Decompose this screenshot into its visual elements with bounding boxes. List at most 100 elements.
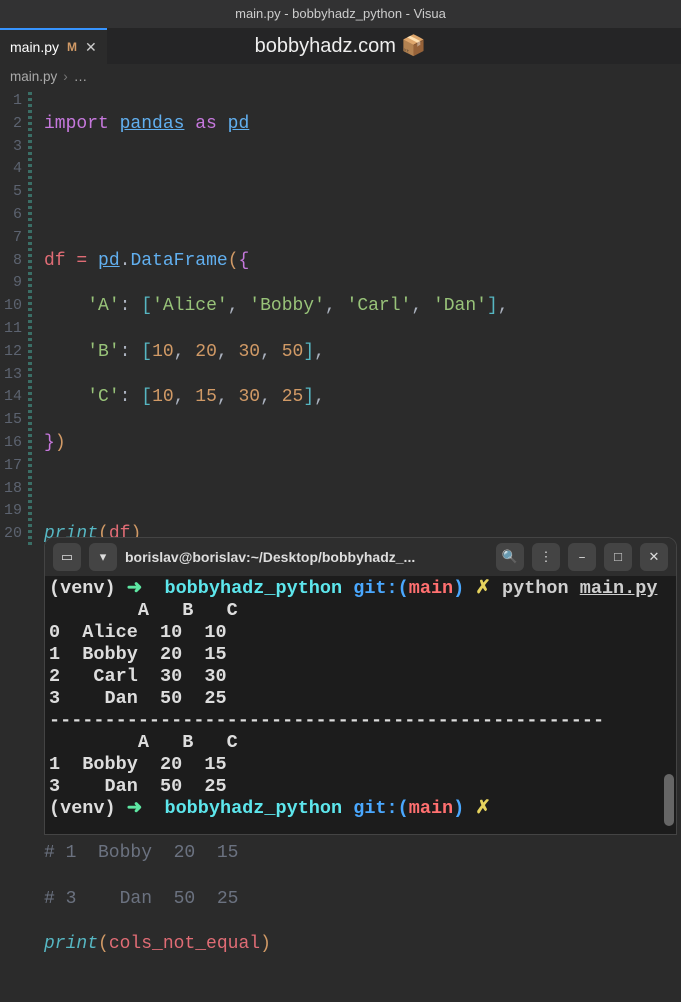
- line-number: 10: [0, 295, 28, 318]
- line-number: 1: [0, 90, 28, 113]
- module-pandas: pandas: [120, 114, 185, 134]
- out-header: A B C: [49, 732, 238, 753]
- terminal-dropdown-icon[interactable]: ▾: [89, 543, 117, 571]
- breadcrumb-sep-icon: ›: [63, 69, 68, 84]
- bracket-open: [: [141, 342, 152, 362]
- colon: :: [120, 387, 131, 407]
- key-a: 'A': [87, 296, 119, 316]
- terminal-title: borislav@borislav:~/Desktop/bobbyhadz_..…: [125, 549, 488, 565]
- keyword-import: import: [44, 114, 109, 134]
- num: 50: [282, 342, 304, 362]
- bracket-open: [: [141, 296, 152, 316]
- tab-main-py[interactable]: main.py M ✕: [0, 28, 107, 64]
- colon: :: [120, 296, 131, 316]
- line-number: 3: [0, 136, 28, 159]
- line-number: 4: [0, 158, 28, 181]
- key-c: 'C': [87, 387, 119, 407]
- line-number: 17: [0, 455, 28, 478]
- bracket-close: ]: [487, 296, 498, 316]
- str: 'Bobby': [249, 296, 325, 316]
- comment: # 3 Dan 50 25: [44, 889, 238, 909]
- alias-pd: pd: [228, 114, 250, 134]
- line-number: 5: [0, 181, 28, 204]
- tab-close-icon[interactable]: ✕: [85, 39, 97, 56]
- breadcrumb-file: main.py: [10, 69, 57, 84]
- line-number: 9: [0, 272, 28, 295]
- code-editor[interactable]: 1 2 3 4 5 6 7 8 9 10 11 12 13 14 15 16 1…: [0, 88, 681, 835]
- line-gutter: 1 2 3 4 5 6 7 8 9 10 11 12 13 14 15 16 1…: [0, 88, 28, 835]
- line-number: 19: [0, 500, 28, 523]
- terminal-close-icon[interactable]: ✕: [640, 543, 668, 571]
- arg-cols: cols_not_equal: [109, 934, 260, 954]
- prompt-dir: bobbyhadz_python: [164, 798, 342, 819]
- git-close: ): [453, 578, 464, 599]
- bracket-close: ]: [303, 387, 314, 407]
- line-number: 2: [0, 113, 28, 136]
- prompt-arrow-icon: ➜: [127, 578, 143, 599]
- num: 30: [239, 387, 261, 407]
- out-header: A B C: [49, 600, 238, 621]
- tab-modified-badge: M: [67, 40, 77, 54]
- comma: ,: [498, 296, 509, 316]
- terminal-new-tab-icon[interactable]: ▭: [53, 543, 81, 571]
- bracket-close: ]: [303, 342, 314, 362]
- prompt-dir: bobbyhadz_python: [164, 578, 342, 599]
- line-number: 14: [0, 386, 28, 409]
- num: 20: [195, 342, 217, 362]
- out-row: 2 Carl 30 30: [49, 666, 227, 687]
- terminal-output[interactable]: (venv) ➜ bobbyhadz_python git:(main) ✗ p…: [45, 576, 676, 822]
- paren-open: (: [228, 251, 239, 271]
- git-branch: main: [409, 578, 453, 599]
- breadcrumb[interactable]: main.py › …: [0, 64, 681, 88]
- line-number: 8: [0, 250, 28, 273]
- venv-badge: (venv): [49, 798, 116, 819]
- brace-open: {: [239, 251, 250, 271]
- out-row: 1 Bobby 20 15: [49, 754, 227, 775]
- git-branch: main: [409, 798, 453, 819]
- out-row: 3 Dan 50 25: [49, 776, 227, 797]
- tab-label: main.py: [10, 39, 59, 55]
- folding-strip: [28, 92, 32, 545]
- str: 'Dan': [433, 296, 487, 316]
- comma: ,: [314, 387, 325, 407]
- cmd-python: python: [502, 578, 569, 599]
- paren-close: ): [260, 934, 271, 954]
- terminal-window: ▭ ▾ borislav@borislav:~/Desktop/bobbyhad…: [44, 537, 677, 835]
- terminal-maximize-icon[interactable]: □: [604, 543, 632, 571]
- bracket-open: [: [141, 387, 152, 407]
- git-label: git:(: [353, 578, 409, 599]
- window-titlebar: main.py - bobbyhadz_python - Visua: [0, 0, 681, 28]
- git-label: git:(: [353, 798, 409, 819]
- git-dirty-icon: ✗: [475, 578, 491, 599]
- ref-pd: pd: [98, 251, 120, 271]
- out-row: 3 Dan 50 25: [49, 688, 227, 709]
- git-dirty-icon: ✗: [475, 798, 491, 819]
- out-sep: ----------------------------------------…: [49, 710, 604, 731]
- tab-row: main.py M ✕ bobbyhadz.com 📦: [0, 28, 681, 64]
- breadcrumb-more: …: [74, 69, 88, 84]
- line-number: 18: [0, 478, 28, 501]
- op-assign: =: [76, 251, 87, 271]
- comment: # 1 Bobby 20 15: [44, 843, 238, 863]
- terminal-scrollbar-thumb[interactable]: [664, 774, 674, 826]
- terminal-search-icon[interactable]: 🔍: [496, 543, 524, 571]
- git-close: ): [453, 798, 464, 819]
- num: 10: [152, 387, 174, 407]
- paren-open: (: [98, 934, 109, 954]
- comma: ,: [314, 342, 325, 362]
- fn-print: print: [44, 934, 98, 954]
- num: 10: [152, 342, 174, 362]
- line-number: 6: [0, 204, 28, 227]
- str: 'Carl': [347, 296, 412, 316]
- var-df: df: [44, 251, 66, 271]
- terminal-minimize-icon[interactable]: –: [568, 543, 596, 571]
- fn-dataframe: DataFrame: [130, 251, 227, 271]
- venv-badge: (venv): [49, 578, 116, 599]
- dot: .: [120, 251, 131, 271]
- brace-close: }: [44, 433, 55, 453]
- terminal-menu-icon[interactable]: ⋮: [532, 543, 560, 571]
- line-number: 12: [0, 341, 28, 364]
- line-number: 15: [0, 409, 28, 432]
- line-number: 16: [0, 432, 28, 455]
- str: 'Alice': [152, 296, 228, 316]
